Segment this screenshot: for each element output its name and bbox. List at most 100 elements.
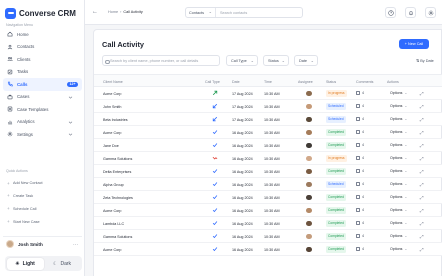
table-row[interactable]: Acme Corp 16 Aug 2024 10:30 AM Completed 4 Op… (94, 126, 442, 139)
assignee-avatar[interactable] (306, 155, 312, 162)
assignee-avatar[interactable] (306, 129, 312, 136)
assignee-avatar[interactable] (306, 207, 312, 214)
options-dropdown[interactable]: Options (390, 156, 407, 160)
comments-count[interactable]: 4 (356, 143, 364, 147)
call-search-input[interactable]: Search by client name, phone number, or … (102, 55, 220, 66)
assignee-avatar[interactable] (306, 246, 312, 253)
client-name[interactable]: Delta Enterprises (103, 170, 131, 174)
quick-action-start-new-case[interactable]: Start New Case (5, 215, 82, 228)
client-name[interactable]: Acme Corp (103, 92, 121, 96)
quick-action-add-new-contact[interactable]: Add New Contact (5, 177, 82, 190)
quick-action-schedule-call[interactable]: Schedule Call (5, 203, 82, 216)
table-row[interactable]: John Smith 17 Aug 2024 10:30 AM Scheduled 4 O… (94, 100, 442, 113)
status-filter[interactable]: Status (263, 55, 289, 66)
chevron-down-icon[interactable] (68, 132, 73, 137)
options-dropdown[interactable]: Options (390, 234, 407, 238)
expand-icon[interactable]: ⤢ (420, 234, 424, 239)
options-dropdown[interactable]: Options (390, 143, 407, 147)
client-name[interactable]: Alpha Group (103, 183, 124, 187)
assignee-avatar[interactable] (306, 181, 312, 188)
client-name[interactable]: Jane Doe (103, 144, 119, 148)
assignee-avatar[interactable] (306, 116, 312, 123)
table-row[interactable]: Acme Corp 17 Aug 2024 10:30 AM In progress 4… (94, 87, 442, 100)
assignee-avatar[interactable] (306, 142, 312, 149)
options-dropdown[interactable]: Options (390, 91, 407, 95)
sidebar-item-clients[interactable]: Clients (3, 53, 82, 66)
sort-by-date-button[interactable]: ⇅ By Date (416, 55, 434, 66)
client-name[interactable]: Gamma Solutions (103, 235, 132, 239)
sidebar-item-home[interactable]: Home (3, 28, 82, 41)
chevron-down-icon[interactable] (68, 120, 73, 125)
comments-count[interactable]: 4 (356, 169, 364, 173)
back-arrow-icon[interactable]: ← (92, 9, 98, 15)
table-row[interactable]: Zeta Technologies 16 Aug 2024 10:30 AM Comp… (94, 191, 442, 204)
comments-count[interactable]: 4 (356, 195, 364, 199)
assignee-avatar[interactable] (306, 194, 312, 201)
options-dropdown[interactable]: Options (390, 208, 407, 212)
options-dropdown[interactable]: Options (390, 247, 407, 251)
user-profile[interactable]: Josh Smith ··· (3, 236, 82, 251)
sidebar-item-cases[interactable]: Cases (3, 91, 82, 104)
client-name[interactable]: Acme Corp (103, 131, 121, 135)
expand-icon[interactable]: ⤢ (420, 130, 424, 135)
table-row[interactable]: Alpha Group 16 Aug 2024 10:30 AM Scheduled 4… (94, 178, 442, 191)
call-type-filter[interactable]: Call Type (226, 55, 258, 66)
sidebar-item-contacts[interactable]: Contacts (3, 41, 82, 54)
table-row[interactable]: Acme Corp 16 Aug 2024 10:30 AM Completed 4 Op… (94, 243, 442, 256)
client-name[interactable]: Acme Corp (103, 248, 121, 252)
comments-count[interactable]: 4 (356, 91, 364, 95)
table-row[interactable]: Beta Industries 17 Aug 2024 10:30 AM Schedu… (94, 113, 442, 126)
options-dropdown[interactable]: Options (390, 195, 407, 199)
options-dropdown[interactable]: Options (390, 169, 407, 173)
light-theme-button[interactable]: ☀ Light (6, 257, 44, 270)
comments-count[interactable]: 4 (356, 104, 364, 108)
table-row[interactable]: Acme Corp 16 Aug 2024 10:30 AM Completed 4 Op… (94, 204, 442, 217)
help-icon[interactable] (385, 7, 396, 18)
expand-icon[interactable]: ⤢ (420, 169, 424, 174)
comments-count[interactable]: 4 (356, 182, 364, 186)
client-name[interactable]: Gamma Solutions (103, 157, 132, 161)
client-name[interactable]: Beta Industries (103, 118, 128, 122)
comments-count[interactable]: 4 (356, 156, 364, 160)
client-name[interactable]: Zeta Technologies (103, 196, 133, 200)
client-name[interactable]: John Smith (103, 105, 121, 109)
assignee-avatar[interactable] (306, 90, 312, 97)
brand[interactable]: Converse CRM (5, 6, 76, 20)
sidebar-item-settings[interactable]: Settings (3, 128, 82, 141)
client-name[interactable]: Acme Corp (103, 209, 121, 213)
expand-icon[interactable]: ⤢ (420, 247, 424, 252)
comments-count[interactable]: 4 (356, 130, 364, 134)
column-header-comments[interactable]: Comments (356, 80, 373, 84)
table-row[interactable]: Gamma Solutions 16 Aug 2024 10:30 AM Comple… (94, 230, 442, 243)
expand-icon[interactable]: ⤢ (420, 182, 424, 187)
comments-count[interactable]: 4 (356, 208, 364, 212)
options-dropdown[interactable]: Options (390, 221, 407, 225)
options-dropdown[interactable]: Options (390, 130, 407, 134)
settings-icon[interactable] (425, 7, 436, 18)
date-filter[interactable]: Date (294, 55, 318, 66)
options-dropdown[interactable]: Options (390, 104, 407, 108)
expand-icon[interactable]: ⤢ (420, 156, 424, 161)
comments-count[interactable]: 4 (356, 117, 364, 121)
sidebar-item-tasks[interactable]: Tasks (3, 66, 82, 79)
column-header-assignee[interactable]: Assignee (298, 80, 313, 84)
expand-icon[interactable]: ⤢ (420, 91, 424, 96)
bell-icon[interactable] (405, 7, 416, 18)
more-icon[interactable]: ··· (73, 242, 78, 248)
sidebar-item-calls[interactable]: Calls 12+ (3, 78, 82, 91)
comments-count[interactable]: 4 (356, 221, 364, 225)
options-dropdown[interactable]: Options (390, 117, 407, 121)
column-header-client[interactable]: Client Name (103, 80, 123, 84)
table-row[interactable]: Jane Doe 16 Aug 2024 10:30 AM Completed 4 Opt… (94, 139, 442, 152)
table-row[interactable]: Gamma Solutions 16 Aug 2024 10:30 AM In pro… (94, 152, 442, 165)
search-scope-select[interactable]: Contacts (186, 8, 216, 17)
table-row[interactable]: Lambda LLC 16 Aug 2024 10:30 AM Completed 4 O… (94, 217, 442, 230)
expand-icon[interactable]: ⤢ (420, 221, 424, 226)
sidebar-item-case-templates[interactable]: Case Templates (3, 103, 82, 116)
breadcrumb-home[interactable]: Home (108, 10, 118, 14)
global-search-input[interactable]: Search contacts (216, 11, 247, 15)
expand-icon[interactable]: ⤢ (420, 117, 424, 122)
sidebar-item-analytics[interactable]: Analytics (3, 116, 82, 129)
assignee-avatar[interactable] (306, 103, 312, 110)
column-header-status[interactable]: Status (326, 80, 336, 84)
